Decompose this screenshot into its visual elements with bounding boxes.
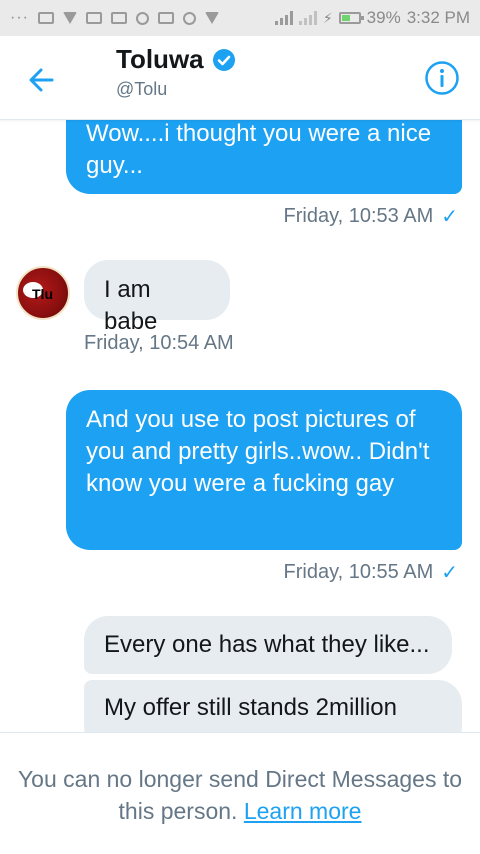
message-list[interactable]: Wow....i thought you were a nice guy... … <box>0 120 480 732</box>
message-text: Wow....i thought you were a nice guy... <box>86 120 432 179</box>
message-bubble[interactable]: Wow....i thought you were a nice guy... <box>66 120 462 194</box>
charging-icon: ⚡ <box>322 9 333 26</box>
back-button[interactable] <box>22 60 62 100</box>
more-notifications-icon: ··· <box>10 9 29 26</box>
verified-badge-icon <box>212 48 235 71</box>
read-check-icon: ✓ <box>441 562 458 584</box>
info-icon <box>425 61 459 95</box>
message-text: I am babe <box>104 276 158 335</box>
message-bubble[interactable]: I am babe <box>84 260 230 335</box>
facebook-icon <box>110 12 127 24</box>
chat-icon <box>182 11 196 25</box>
message-bubble[interactable]: And you use to post pictures of you and … <box>66 390 462 550</box>
message-timestamp: Friday, 10:55 AM <box>283 561 434 583</box>
conversation-title[interactable]: Toluwa @Tolu <box>116 44 236 100</box>
dm-disabled-notice: You can no longer send Direct Messages t… <box>0 732 480 854</box>
notice-text: You can no longer send Direct Messages t… <box>17 766 463 824</box>
avatar-text: Tlu <box>32 286 53 302</box>
message-timestamp-row: Friday, 10:54 AM <box>84 332 234 355</box>
twitter-icon <box>135 11 149 25</box>
learn-more-link[interactable]: Learn more <box>244 798 362 824</box>
message-text: Every one has what they like... <box>104 631 430 658</box>
system-status: ⚡ 39% 3:32 PM <box>274 8 470 28</box>
shield-icon <box>62 12 77 24</box>
message-bubble[interactable]: My offer still stands 2million <box>84 680 462 732</box>
read-check-icon: ✓ <box>441 206 458 228</box>
arrow-left-icon <box>29 68 54 92</box>
mail-icon <box>157 12 174 24</box>
info-button[interactable] <box>424 60 460 96</box>
avatar[interactable]: Tlu <box>16 266 70 320</box>
message-bubble[interactable]: Every one has what they like... <box>84 616 452 674</box>
gallery-icon <box>37 12 54 24</box>
status-bar: ··· ⚡ 39% 3:32 PM <box>0 0 480 36</box>
message-text: And you use to post pictures of you and … <box>86 406 430 497</box>
display-name: Toluwa <box>116 44 204 74</box>
battery-percentage: 39% <box>366 8 401 27</box>
user-handle: @Tolu <box>116 79 168 99</box>
conversation-header: Toluwa @Tolu <box>0 36 480 120</box>
signal-icon <box>274 11 293 25</box>
news-icon <box>85 12 102 24</box>
signal-secondary-icon <box>298 11 317 25</box>
message-timestamp-row: Friday, 10:55 AM ✓ <box>284 560 458 585</box>
notification-icons: ··· <box>10 9 219 27</box>
display-name-row: Toluwa <box>116 44 236 75</box>
message-timestamp: Friday, 10:54 AM <box>84 332 234 354</box>
clock: 3:32 PM <box>406 8 470 27</box>
message-timestamp: Friday, 10:53 AM <box>283 205 434 227</box>
usb-icon <box>204 12 219 24</box>
battery-icon <box>338 12 364 24</box>
message-text: My offer still stands 2million <box>104 694 397 721</box>
message-timestamp-row: Friday, 10:53 AM ✓ <box>284 204 458 229</box>
